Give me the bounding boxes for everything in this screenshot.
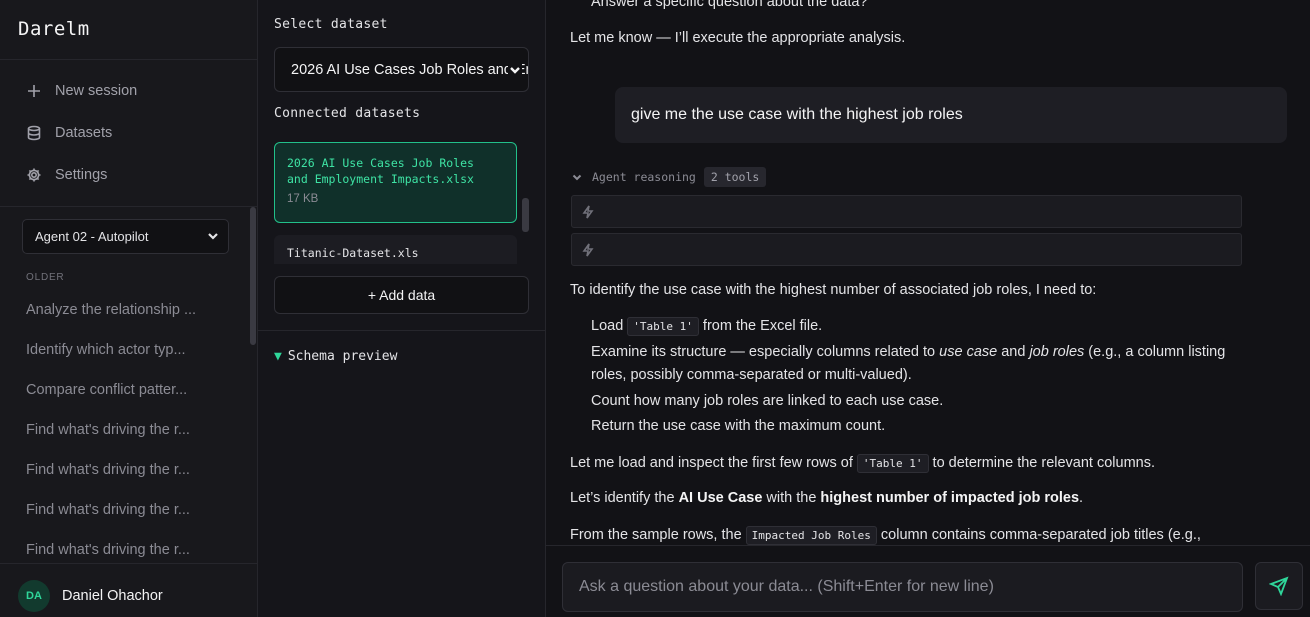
history-item[interactable]: Find what's driving the r...: [26, 542, 190, 558]
section-label-older: OLDER: [26, 272, 65, 283]
new-session-button[interactable]: New session: [26, 81, 137, 101]
dataset-file-name: 2026 AI Use Cases Job Roles and Employme…: [287, 155, 504, 187]
divider: [0, 59, 258, 60]
agent-reasoning-toggle[interactable]: Agent reasoning 2 tools: [571, 167, 767, 187]
history-item[interactable]: Identify which actor typ...: [26, 342, 186, 358]
text-run: from the Excel file.: [698, 318, 823, 334]
gear-icon: [26, 167, 42, 183]
list-item: Count how many job roles are linked to e…: [591, 393, 944, 409]
settings-nav-item[interactable]: Settings: [26, 165, 107, 185]
inline-code: 'Table 1': [856, 454, 929, 473]
history-item[interactable]: Find what's driving the r...: [26, 422, 190, 438]
chevron-down-icon: [508, 63, 522, 77]
triangle-down-icon: ▼: [274, 349, 282, 364]
user-message: give me the use case with the highest jo…: [615, 87, 1287, 143]
text-run: and: [997, 344, 1030, 360]
history-item[interactable]: Find what's driving the r...: [26, 502, 190, 518]
divider: [0, 206, 258, 207]
tool-call-row[interactable]: [571, 233, 1242, 266]
chevron-down-icon: [572, 174, 582, 181]
chevron-down-icon: [206, 229, 220, 243]
bold-text: highest number of impacted job roles: [820, 490, 1080, 506]
file-name-line: and Employment Impacts.xlsx: [287, 172, 474, 186]
text-run: Load: [591, 318, 628, 334]
sidebar: Darelm New session Datasets Settings Age…: [0, 0, 258, 617]
assistant-text: Let’s identify the AI Use Case with the …: [570, 487, 1083, 509]
text-run: (e.g., a column listing: [1084, 344, 1226, 360]
divider: [546, 545, 1310, 546]
avatar[interactable]: DA: [18, 580, 50, 612]
add-data-button[interactable]: + Add data: [274, 276, 529, 314]
assistant-text: Let me know — I’ll execute the appropria…: [570, 30, 906, 46]
history-item[interactable]: Compare conflict patter...: [26, 382, 187, 398]
user-name: Daniel Ohachor: [62, 588, 163, 604]
chat-input[interactable]: [562, 562, 1243, 612]
brand-logo: Darelm: [18, 18, 90, 40]
inline-code: Impacted Job Roles: [745, 526, 877, 545]
tools-count-badge: 2 tools: [703, 167, 767, 187]
database-icon: [26, 125, 42, 141]
nav-label: Settings: [55, 167, 108, 183]
dataset-file-size: 17 KB: [287, 193, 319, 205]
emphasis: use case: [939, 344, 998, 360]
assistant-text: To identify the use case with the highes…: [570, 282, 1097, 298]
divider: [0, 563, 258, 564]
text-run: to determine the relevant columns.: [928, 455, 1156, 471]
list-item-continuation: roles, possibly comma-separated or multi…: [591, 367, 912, 383]
schema-preview-toggle[interactable]: ▼ Schema preview: [274, 349, 397, 364]
chat-area: Answer a specific question about the dat…: [546, 0, 1310, 617]
nav-label: New session: [55, 83, 138, 99]
agent-select-value: Agent 02 - Autopilot: [35, 229, 149, 244]
assistant-text: Answer a specific question about the dat…: [591, 0, 868, 10]
dataset-select-value: 2026 AI Use Cases Job Roles and Employme…: [291, 61, 528, 78]
text-run: .: [1079, 490, 1084, 506]
schema-preview-label: Schema preview: [287, 349, 398, 364]
reasoning-label: Agent reasoning: [592, 170, 696, 184]
assistant-text: From the sample rows, the Impacted Job R…: [570, 524, 1201, 547]
text-run: From the sample rows, the: [570, 527, 746, 543]
text-run: Let me load and inspect the first few ro…: [570, 455, 857, 471]
send-icon: [1269, 576, 1289, 596]
divider: [258, 330, 546, 331]
dataset-select[interactable]: 2026 AI Use Cases Job Roles and Employme…: [274, 47, 529, 92]
text-run: Let’s identify the: [570, 490, 679, 506]
plus-icon: [26, 83, 42, 99]
bold-text: AI Use Case: [678, 490, 763, 506]
lightning-icon: [581, 205, 595, 219]
history-item[interactable]: Analyze the relationship ...: [26, 302, 196, 318]
connected-datasets-label: Connected datasets: [274, 106, 421, 121]
select-dataset-label: Select dataset: [274, 17, 388, 32]
sidebar-scrollbar[interactable]: [250, 207, 256, 345]
agent-select[interactable]: Agent 02 - Autopilot: [22, 219, 229, 254]
list-item: Return the use case with the maximum cou…: [591, 418, 886, 434]
tool-call-row[interactable]: [571, 195, 1242, 228]
lightning-icon: [581, 243, 595, 257]
text-run: column contains comma-separated job titl…: [876, 527, 1201, 543]
dataset-file-name: Titanic-Dataset.xls: [287, 246, 419, 260]
app-window: Darelm New session Datasets Settings Age…: [0, 0, 1310, 617]
dataset-list-scrollbar[interactable]: [522, 198, 529, 232]
list-item: Examine its structure — especially colum…: [591, 341, 1225, 363]
send-button[interactable]: [1255, 562, 1303, 610]
list-item: Load 'Table 1' from the Excel file.: [591, 315, 822, 338]
dataset-card-active[interactable]: 2026 AI Use Cases Job Roles and Employme…: [274, 142, 517, 223]
text-run: Examine its structure — especially colum…: [591, 344, 940, 360]
datasets-nav-item[interactable]: Datasets: [26, 123, 112, 143]
nav-label: Datasets: [55, 125, 113, 141]
history-item[interactable]: Find what's driving the r...: [26, 462, 190, 478]
inline-code: 'Table 1': [627, 317, 699, 336]
assistant-text: Let me load and inspect the first few ro…: [570, 452, 1155, 475]
text-run: with the: [762, 490, 821, 506]
file-name-line: 2026 AI Use Cases Job Roles: [287, 156, 474, 170]
dataset-panel: Select dataset 2026 AI Use Cases Job Rol…: [258, 0, 546, 617]
emphasis: job roles: [1029, 344, 1085, 360]
dataset-card[interactable]: Titanic-Dataset.xls: [274, 235, 517, 264]
